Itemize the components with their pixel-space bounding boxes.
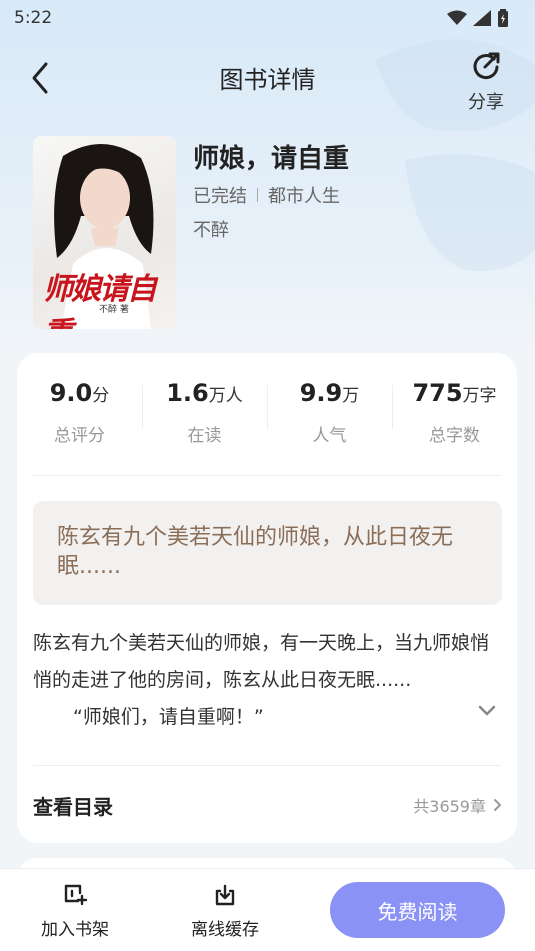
stat-unit: 分: [92, 386, 110, 406]
chevron-right-icon: [494, 799, 501, 811]
expand-intro-button[interactable]: [477, 703, 497, 722]
book-author[interactable]: 不醉: [193, 216, 229, 242]
toc-count: 共3659章: [413, 797, 486, 816]
tagline: 陈玄有九个美若天仙的师娘，从此日夜无眠......: [57, 525, 454, 579]
book-header: 师娘请自重 不醉 著 师娘，请自重 已完结 都市人生 不醉: [33, 136, 513, 330]
book-cover[interactable]: 师娘请自重 不醉 著: [33, 136, 176, 329]
stat-value: 9.9: [299, 379, 343, 407]
table-of-contents-row[interactable]: 查看目录 共3659章: [33, 785, 502, 825]
stat-readers: 1.6万人 在读: [142, 379, 267, 459]
stat-value: 9.0: [49, 379, 93, 407]
book-status: 已完结: [193, 186, 247, 207]
status-bar: 5:22: [0, 0, 535, 36]
book-detail-card: 9.0分 总评分 1.6万人 在读 9.9万 人气 775万字 总字数 陈玄有九…: [17, 353, 517, 843]
wifi-icon: [447, 10, 467, 25]
stat-unit: 万: [342, 386, 360, 406]
tagline-box: 陈玄有九个美若天仙的师娘，从此日夜无眠......: [33, 501, 502, 605]
bookshelf-add-icon: [64, 884, 88, 906]
page-title: 图书详情: [219, 66, 316, 94]
stat-label: 在读: [187, 426, 222, 446]
cover-title: 师娘请自重: [43, 272, 157, 329]
chevron-down-icon: [478, 705, 496, 716]
signal-icon: [473, 10, 491, 26]
stat-label: 总评分: [54, 426, 105, 446]
stat-popularity: 9.9万 人气: [267, 379, 392, 459]
cover-author: 不醉 著: [99, 305, 129, 315]
offline-cache-button[interactable]: 离线缓存: [175, 883, 275, 940]
stat-word-count: 775万字 总字数: [392, 379, 517, 459]
toc-count-wrap: 共3659章: [413, 793, 502, 817]
intro-text: 陈玄有九个美若天仙的师娘，有一天晚上，当九师娘悄悄的走进了他的房间，陈玄从此日夜…: [33, 632, 490, 691]
status-icons: [447, 9, 509, 27]
stat-value: 775: [412, 379, 463, 407]
divider: [33, 475, 501, 476]
book-category[interactable]: 都市人生: [268, 182, 340, 208]
book-title: 师娘，请自重: [193, 144, 350, 174]
battery-icon: [498, 9, 508, 27]
share-label: 分享: [468, 92, 504, 113]
stat-unit: 万人: [208, 386, 243, 406]
add-to-shelf-button[interactable]: 加入书架: [25, 883, 125, 940]
divider: [33, 765, 501, 766]
offline-cache-label: 离线缓存: [191, 920, 259, 940]
share-icon: [473, 52, 500, 80]
top-navigation: 图书详情 分享: [0, 46, 535, 113]
status-time: 5:22: [14, 8, 53, 28]
stat-label: 总字数: [429, 426, 480, 446]
share-button[interactable]: 分享: [463, 50, 509, 114]
toc-label: 查看目录: [33, 794, 113, 819]
bottom-action-bar: 加入书架 离线缓存 免费阅读: [0, 868, 535, 951]
stat-unit: 万字: [462, 386, 497, 406]
add-to-shelf-label: 加入书架: [41, 920, 109, 940]
stat-value: 1.6: [166, 379, 209, 407]
intro-quote: “师娘们，请自重啊！”: [73, 706, 264, 728]
free-read-button[interactable]: 免费阅读: [330, 882, 505, 938]
meta-divider: [257, 188, 258, 202]
stat-label: 人气: [312, 426, 347, 446]
stat-rating: 9.0分 总评分: [17, 379, 142, 459]
book-intro: 陈玄有九个美若天仙的师娘，有一天晚上，当九师娘悄悄的走进了他的房间，陈玄从此日夜…: [33, 625, 497, 736]
stats-row: 9.0分 总评分 1.6万人 在读 9.9万 人气 775万字 总字数: [17, 379, 517, 459]
book-meta: 已完结 都市人生: [193, 182, 340, 208]
download-icon: [215, 884, 235, 906]
